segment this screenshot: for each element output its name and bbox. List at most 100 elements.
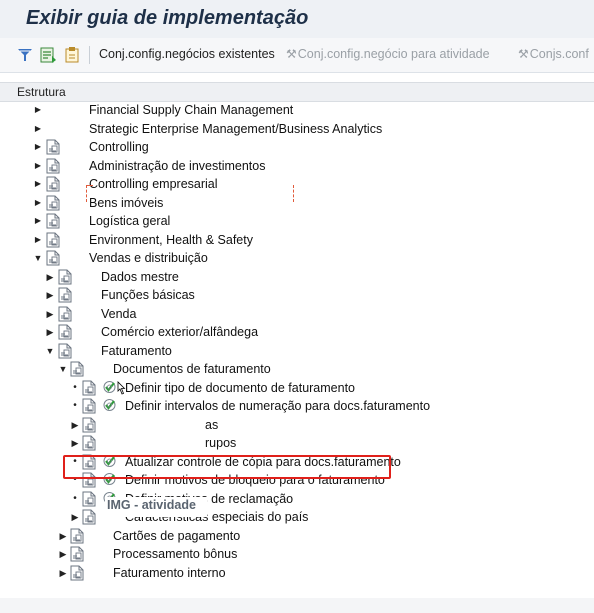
collapse-node-icon[interactable]: ▼ — [33, 252, 43, 264]
tree-row[interactable]: ▶ Financial Supply Chain Management — [0, 101, 594, 119]
tree-row[interactable]: • Definir tipo de documento de faturament… — [0, 379, 594, 397]
expand-node-icon[interactable]: ▶ — [33, 141, 43, 153]
document-icon — [58, 287, 72, 303]
expand-node-icon[interactable]: ▶ — [33, 215, 43, 227]
tree-row[interactable]: ▶ Processamento bônus — [0, 545, 594, 563]
config-sets-label: Conjs.conf — [529, 47, 589, 61]
tree-node-label: Funções básicas — [101, 288, 195, 302]
collapse-node-icon[interactable]: ▼ — [58, 363, 68, 375]
info-icon[interactable] — [63, 46, 81, 64]
toolbar-separator — [89, 46, 90, 64]
expand-node-icon[interactable]: ▶ — [45, 308, 55, 320]
tree-node-label: Administração de investimentos — [89, 158, 266, 173]
structure-tree: Estrutura ▶ Financial Supply Chain Manage… — [0, 82, 594, 613]
document-icon — [70, 565, 84, 580]
tree-row[interactable]: ▶ Venda — [0, 305, 594, 323]
expand-node-icon[interactable]: ▶ — [45, 271, 55, 283]
tree-header: Estrutura — [0, 82, 594, 102]
config-sets-button: ⚒Conjs.conf — [518, 47, 589, 61]
collapse-node-icon[interactable]: ▼ — [45, 345, 55, 357]
expand-node-icon[interactable]: ▶ — [33, 104, 43, 116]
expand-node-icon[interactable]: ▶ — [45, 326, 55, 338]
focus-marker — [86, 185, 294, 202]
document-icon — [46, 195, 60, 210]
toolbar: Conj.config.negócios existentes ⚒Conj.co… — [0, 38, 594, 73]
tree-node-label: Faturamento — [101, 343, 172, 358]
tree-row[interactable]: ▶ Cartões de pagamento — [0, 527, 594, 545]
tree-node-label: as — [205, 417, 219, 432]
existing-business-config-sets-button[interactable]: Conj.config.negócios existentes — [99, 47, 275, 61]
execute-activity-icon[interactable] — [102, 398, 117, 413]
leaf-bullet-icon: • — [73, 492, 77, 504]
tree-node-label: Venda — [101, 306, 137, 321]
tree-row[interactable]: ▶ as — [0, 416, 594, 434]
document-icon — [46, 176, 60, 192]
expand-node-icon[interactable]: ▶ — [33, 160, 43, 172]
tree-row[interactable]: ▶ Strategic Enterprise Management/Busines… — [0, 120, 594, 138]
page-title: Exibir guia de implementação — [26, 7, 309, 29]
document-icon — [58, 343, 72, 358]
tree-row[interactable]: ▶ Faturamento interno — [0, 564, 594, 582]
document-icon — [58, 324, 72, 340]
tree-row[interactable]: ▶ Logística geral — [0, 212, 594, 230]
business-config-set-for-activity-button: ⚒Conj.config.negócio para atividade — [286, 47, 490, 61]
tree-node-label: Controlling — [89, 140, 149, 154]
leaf-bullet-icon: • — [73, 381, 77, 393]
tree-row[interactable]: • Definir motivos de reclamação — [0, 490, 594, 508]
link-icon: ⚒ — [518, 47, 529, 61]
find-icon[interactable] — [39, 46, 57, 64]
tree-row[interactable]: ▼ Vendas e distribuição — [0, 249, 594, 267]
business-config-set-for-activity-label: Conj.config.negócio para atividade — [297, 47, 490, 61]
tree-row[interactable]: ▶ rupos — [0, 434, 594, 452]
tree-node-label: Processamento bônus — [113, 547, 238, 561]
status-bar — [0, 598, 594, 613]
expand-node-icon[interactable]: ▶ — [70, 419, 80, 431]
document-icon — [46, 213, 60, 229]
document-icon — [58, 306, 72, 321]
tree-node-label: Vendas e distribuição — [89, 251, 208, 265]
tree-row[interactable]: • Definir intervalos de numeração para do… — [0, 397, 594, 415]
expand-node-icon[interactable]: ▶ — [45, 289, 55, 301]
existing-business-config-sets-label: Conj.config.negócios existentes — [99, 47, 275, 61]
tree-row[interactable]: ▶ Características especiais do país — [0, 508, 594, 526]
tree-header-label: Estrutura — [17, 85, 66, 99]
tree-row[interactable]: ▶ Funções básicas — [0, 286, 594, 304]
tree-node-label: rupos — [205, 436, 237, 450]
expand-node-icon[interactable]: ▶ — [33, 197, 43, 209]
tree-row[interactable]: ▼ Documentos de faturamento — [0, 360, 594, 378]
expand-node-icon[interactable]: ▶ — [33, 123, 43, 135]
expand-node-icon[interactable]: ▶ — [58, 530, 68, 542]
document-icon — [82, 380, 96, 395]
link-icon: ⚒ — [286, 47, 297, 61]
tree-node-label: Definir intervalos de numeração para doc… — [125, 399, 431, 413]
document-icon — [82, 509, 96, 525]
expand-node-icon[interactable]: ▶ — [58, 567, 68, 579]
expand-node-icon[interactable]: ▶ — [33, 178, 43, 190]
document-icon — [82, 491, 96, 506]
tree-node-label: Environment, Health & Safety — [89, 232, 253, 247]
tree-node-label: Dados mestre — [101, 269, 179, 284]
tree-row[interactable]: ▶ Environment, Health & Safety — [0, 231, 594, 249]
document-icon — [70, 528, 84, 543]
filter-icon[interactable] — [16, 46, 34, 64]
document-icon — [82, 417, 96, 432]
tree-row[interactable]: ▼ Faturamento — [0, 342, 594, 360]
execute-activity-icon[interactable] — [102, 380, 117, 395]
document-icon — [82, 398, 96, 414]
document-icon — [70, 546, 84, 562]
document-icon — [46, 250, 60, 266]
expand-node-icon[interactable]: ▶ — [58, 548, 68, 560]
tree-node-label: Strategic Enterprise Management/Business… — [89, 121, 383, 136]
expand-node-icon[interactable]: ▶ — [70, 511, 80, 523]
tree-row[interactable]: ▶ Administração de investimentos — [0, 157, 594, 175]
document-icon — [46, 139, 60, 155]
document-icon — [46, 158, 60, 173]
tree-node-label: Logística geral — [89, 214, 171, 228]
expand-node-icon[interactable]: ▶ — [70, 437, 80, 449]
tree-node-label: Cartões de pagamento — [113, 528, 241, 543]
expand-node-icon[interactable]: ▶ — [33, 234, 43, 246]
title-bar: Exibir guia de implementação — [0, 0, 594, 38]
tree-row[interactable]: ▶ Comércio exterior/alfândega — [0, 323, 594, 341]
tree-row[interactable]: ▶ Dados mestre — [0, 268, 594, 286]
tree-row[interactable]: ▶ Controlling — [0, 138, 594, 156]
